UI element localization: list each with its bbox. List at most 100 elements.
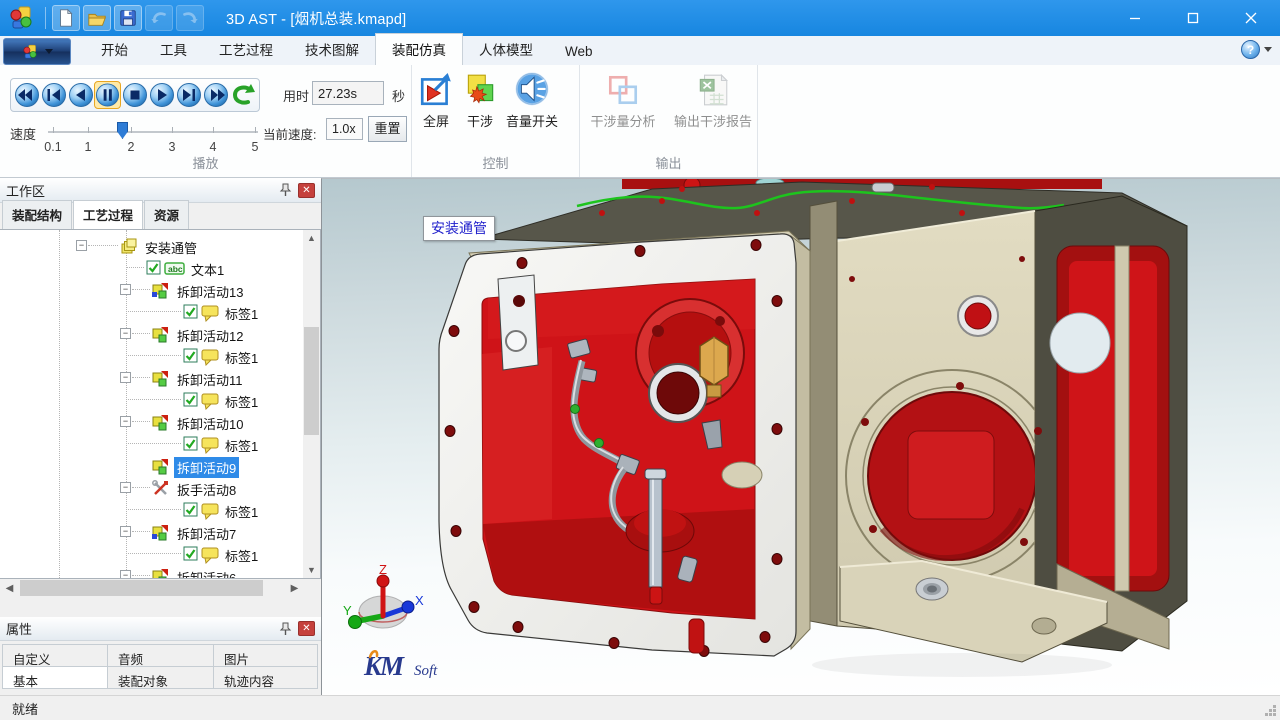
tab-start[interactable]: 开始 [85, 34, 144, 65]
tree-item-label[interactable]: 拆卸活动10 [174, 413, 246, 434]
loop-button[interactable] [229, 81, 256, 109]
maximize-button[interactable] [1164, 0, 1222, 36]
tree-item-label[interactable]: 拆卸活动6 [174, 567, 239, 579]
tree-item[interactable]: 标签1 [0, 301, 321, 323]
tab-human-model[interactable]: 人体模型 [463, 34, 549, 65]
resize-grip[interactable] [1264, 704, 1277, 717]
current-speed-field[interactable] [326, 118, 363, 140]
properties-tab-5[interactable]: 轨迹内容 [213, 666, 318, 689]
tree-item[interactable]: 拆卸活动9 [0, 455, 321, 477]
fast-forward-button[interactable] [202, 81, 229, 109]
tree-item[interactable]: − 拆卸活动11 [0, 367, 321, 389]
save-button[interactable] [114, 5, 142, 31]
tree-item[interactable]: 标签1 [0, 433, 321, 455]
properties-tab-3[interactable]: 基本 [2, 666, 108, 689]
tree-item-label[interactable]: 标签1 [222, 303, 261, 324]
tree-item[interactable]: − 拆卸活动7 [0, 521, 321, 543]
tree-checkbox[interactable] [146, 260, 161, 275]
tree-item[interactable]: − 拆卸活动6 [0, 565, 321, 579]
application-menu-button[interactable] [3, 38, 71, 65]
tree-vertical-scrollbar[interactable]: ▲ ▼ [303, 230, 320, 578]
tab-assembly-simulation[interactable]: 装配仿真 [375, 33, 463, 65]
interference-button[interactable]: 干涉 [462, 65, 498, 130]
open-file-button[interactable] [83, 5, 111, 31]
scroll-right-arrow[interactable]: ▶ [286, 579, 303, 597]
scroll-left-arrow[interactable]: ◀ [1, 579, 18, 597]
pin-icon[interactable] [279, 622, 292, 636]
tree-checkbox[interactable] [183, 436, 198, 451]
tab-technical-illustration[interactable]: 技术图解 [289, 34, 375, 65]
speed-slider-track[interactable] [48, 131, 258, 133]
annotation-label[interactable]: 安装通管 [423, 216, 495, 241]
tree-checkbox[interactable] [183, 304, 198, 319]
tree-item[interactable]: − 拆卸活动12 [0, 323, 321, 345]
reset-speed-button[interactable]: 重置 [368, 116, 407, 142]
properties-tab-1[interactable]: 音频 [107, 644, 214, 667]
tab-web[interactable]: Web [549, 39, 609, 65]
tab-tools[interactable]: 工具 [144, 34, 203, 65]
properties-tab-4[interactable]: 装配对象 [107, 666, 214, 689]
undo-button[interactable] [145, 5, 173, 31]
tree-expander[interactable]: − [120, 526, 131, 537]
step-forward-button[interactable] [175, 81, 202, 109]
tree-item[interactable]: − 安装通管 [0, 235, 321, 257]
tree-item-label[interactable]: 标签1 [222, 391, 261, 412]
horizontal-scroll-thumb[interactable] [20, 580, 263, 596]
properties-tab-2[interactable]: 图片 [213, 644, 318, 667]
tree-item-label[interactable]: 标签1 [222, 501, 261, 522]
tree-expander[interactable]: − [76, 240, 87, 251]
help-button[interactable]: ? [1241, 40, 1260, 59]
tab-resources[interactable]: 资源 [144, 200, 189, 229]
tree-item-label[interactable]: 标签1 [222, 545, 261, 566]
tree-item[interactable]: − 拆卸活动13 [0, 279, 321, 301]
tree-expander[interactable]: − [120, 570, 131, 579]
tree-item[interactable]: abc文本1 [0, 257, 321, 279]
tab-process[interactable]: 工艺过程 [203, 34, 289, 65]
pause-button[interactable] [94, 81, 121, 109]
tree-item-label[interactable]: 标签1 [222, 435, 261, 456]
play-reverse-button[interactable] [67, 81, 94, 109]
stop-button[interactable] [121, 81, 148, 109]
workspace-close-icon[interactable]: ✕ [298, 183, 315, 198]
elapsed-time-field[interactable] [312, 81, 384, 105]
tree-item-label[interactable]: 拆卸活动12 [174, 325, 246, 346]
scroll-up-arrow[interactable]: ▲ [303, 230, 320, 246]
fullscreen-button[interactable]: 全屏 [418, 65, 454, 130]
tree-expander[interactable]: − [120, 372, 131, 383]
tree-item-label[interactable]: 标签1 [222, 347, 261, 368]
tree-item-label[interactable]: 安装通管 [142, 237, 200, 258]
tree-item-label[interactable]: 拆卸活动7 [174, 523, 239, 544]
step-back-button[interactable] [40, 81, 67, 109]
tree-item[interactable]: 标签1 [0, 499, 321, 521]
output-report-button[interactable]: 输出干涉报告 [666, 65, 760, 130]
volume-toggle-button[interactable]: 音量开关 [506, 65, 558, 130]
tree-expander[interactable]: − [120, 284, 131, 295]
tab-assembly-structure[interactable]: 装配结构 [2, 200, 72, 229]
properties-close-icon[interactable]: ✕ [298, 621, 315, 636]
tree-item[interactable]: −扳手活动8 [0, 477, 321, 499]
tree-item-label[interactable]: 拆卸活动9 [174, 457, 239, 478]
viewport-3d[interactable]: 安装通管 Z X Y KM Soft [321, 178, 1280, 695]
tree-checkbox[interactable] [183, 348, 198, 363]
redo-button[interactable] [176, 5, 204, 31]
tree-item-label[interactable]: 扳手活动8 [174, 479, 239, 500]
play-button[interactable] [148, 81, 175, 109]
tree-expander[interactable]: − [120, 416, 131, 427]
tree-expander[interactable]: − [120, 328, 131, 339]
tree-checkbox[interactable] [183, 546, 198, 561]
tree-item[interactable]: − 拆卸活动10 [0, 411, 321, 433]
minimize-button[interactable] [1106, 0, 1164, 36]
tree-checkbox[interactable] [183, 392, 198, 407]
tree-item[interactable]: 标签1 [0, 345, 321, 367]
tab-process-tree[interactable]: 工艺过程 [73, 200, 143, 230]
rewind-button[interactable] [13, 81, 40, 109]
tree-item-label[interactable]: 拆卸活动13 [174, 281, 246, 302]
pin-icon[interactable] [279, 183, 292, 197]
tree-item[interactable]: 标签1 [0, 543, 321, 565]
close-button[interactable] [1222, 0, 1280, 36]
speed-slider-thumb[interactable] [117, 122, 128, 139]
properties-tab-0[interactable]: 自定义 [2, 644, 108, 667]
scroll-down-arrow[interactable]: ▼ [303, 562, 320, 578]
new-file-button[interactable] [52, 5, 80, 31]
tree-item-label[interactable]: 拆卸活动11 [174, 369, 246, 390]
